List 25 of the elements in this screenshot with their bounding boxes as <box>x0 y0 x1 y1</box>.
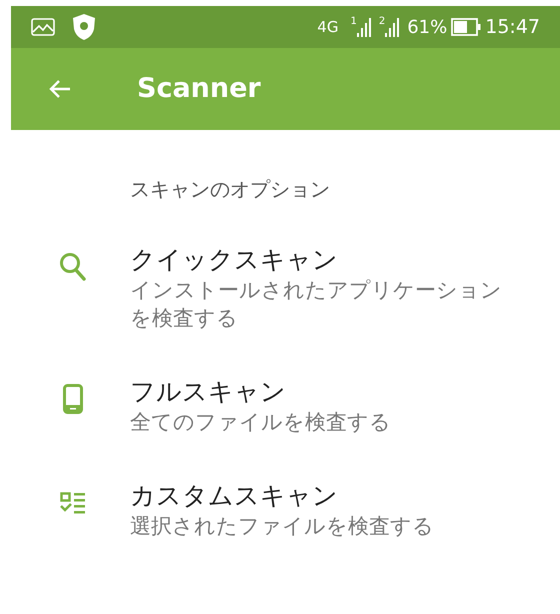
phone-icon <box>62 384 82 414</box>
image-icon <box>31 18 55 36</box>
scan-option[interactable]: フルスキャン 全てのファイルを検査する <box>11 376 560 436</box>
scan-option[interactable]: カスタムスキャン 選択されたファイルを検査する <box>11 480 560 540</box>
signal-icon <box>356 17 373 37</box>
checklist-icon <box>60 492 86 514</box>
signal-icon <box>385 17 402 37</box>
sim-number: 2 <box>378 17 386 27</box>
back-arrow-icon <box>49 79 71 99</box>
option-description: 選択されたファイルを検査する <box>130 513 435 540</box>
battery-icon <box>451 18 482 36</box>
search-icon <box>58 252 86 282</box>
option-title: クイックスキャン <box>130 244 339 276</box>
option-title: カスタムスキャン <box>130 480 339 512</box>
sim-number: 1 <box>350 17 357 27</box>
option-title: フルスキャン <box>130 376 287 408</box>
app-bar-title: Scanner <box>137 72 261 106</box>
network-type: 4G <box>317 16 338 38</box>
option-description: インストールされたアプリケーションを検査する <box>130 277 503 332</box>
clock: 15:47 <box>485 14 540 40</box>
scan-option[interactable]: クイックスキャン インストールされたアプリケーションを検査する <box>11 244 560 332</box>
option-description: 全てのファイルを検査する <box>130 409 392 436</box>
shield-icon <box>71 13 97 41</box>
battery-percent: 61% <box>407 16 448 40</box>
section-header: スキャンのオプション <box>130 177 330 201</box>
